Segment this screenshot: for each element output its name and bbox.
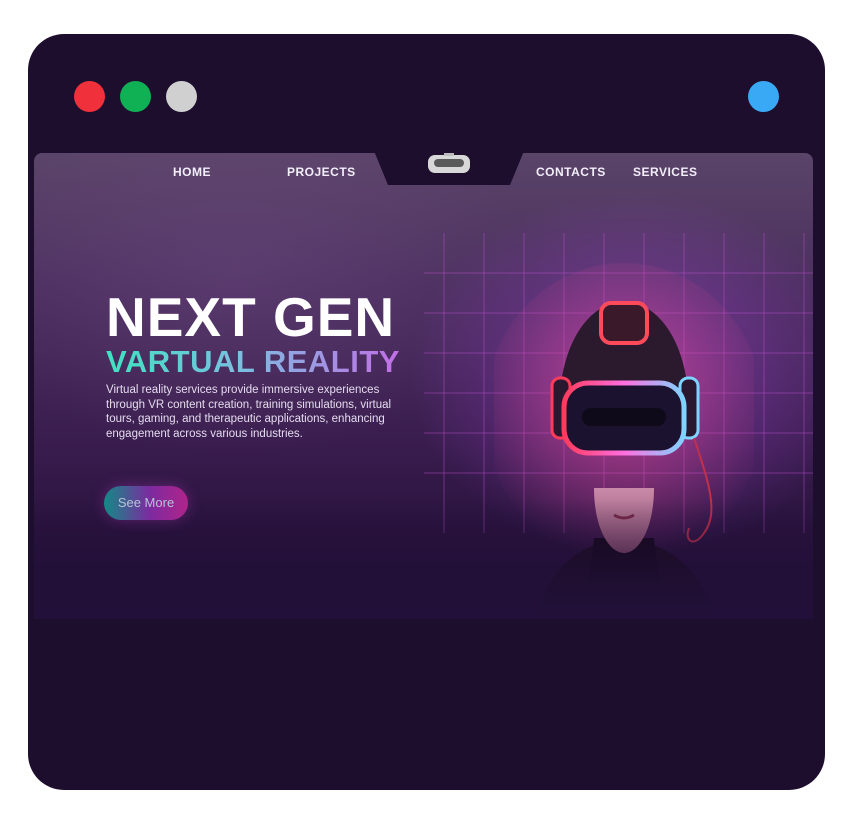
status-dot[interactable]: [748, 81, 779, 112]
minimize-dot[interactable]: [120, 81, 151, 112]
vr-headset-icon[interactable]: [424, 153, 474, 177]
nav-projects[interactable]: PROJECTS: [287, 165, 356, 179]
hero-title: NEXT GEN: [106, 286, 396, 348]
nav-services[interactable]: SERVICES: [633, 165, 697, 179]
close-dot[interactable]: [74, 81, 105, 112]
hero-subtitle: VARTUAL REALITY: [106, 344, 400, 379]
see-more-button[interactable]: See More: [104, 486, 188, 520]
maximize-dot[interactable]: [166, 81, 197, 112]
nav-contacts[interactable]: CONTACTS: [536, 165, 606, 179]
window-controls: [74, 81, 197, 112]
hero-description: Virtual reality services provide immersi…: [106, 384, 392, 440]
browser-window: HOME PROJECTS CONTACTS SERVICES NEXT GEN…: [28, 34, 825, 790]
top-nav: HOME PROJECTS CONTACTS SERVICES: [34, 153, 813, 193]
hero-section: HOME PROJECTS CONTACTS SERVICES NEXT GEN…: [34, 153, 813, 619]
nav-home[interactable]: HOME: [173, 165, 211, 179]
